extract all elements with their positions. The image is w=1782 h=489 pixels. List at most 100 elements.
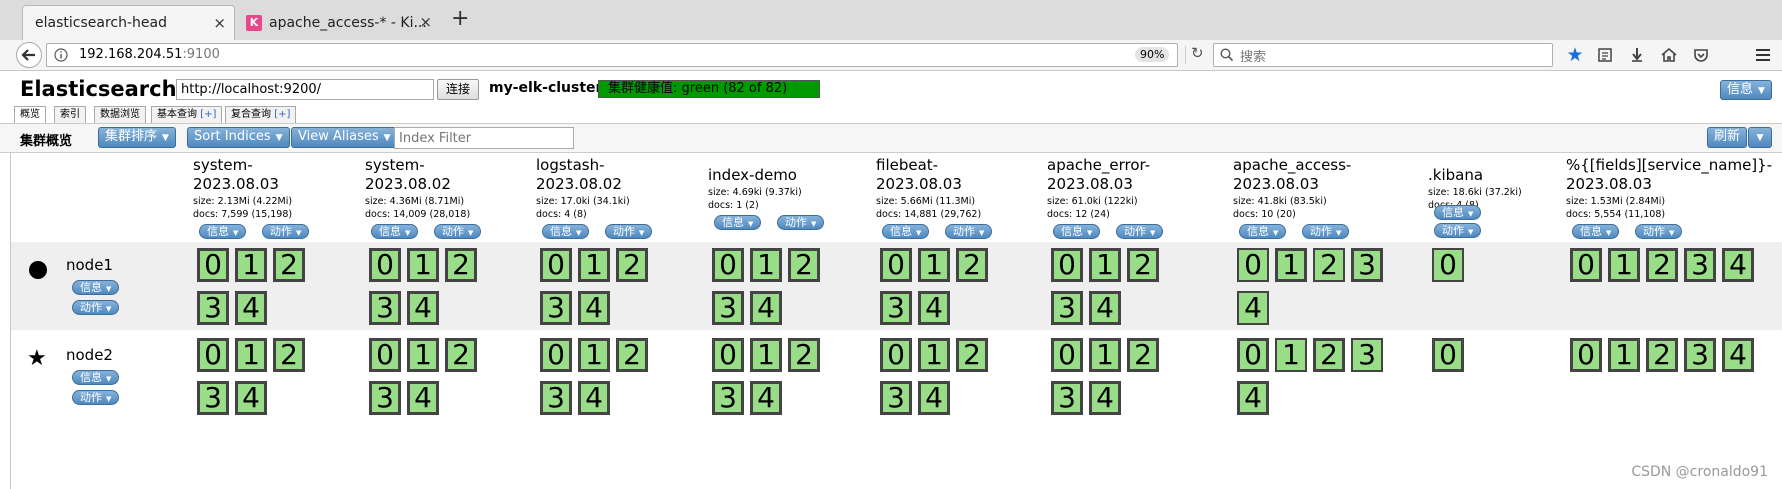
index-action-button[interactable]: 动作 ▼	[1635, 224, 1683, 239]
shard-box[interactable]: 2	[1127, 338, 1159, 372]
shard-box[interactable]: 0	[1237, 338, 1269, 372]
tab-overview[interactable]: 概览	[14, 106, 46, 123]
index-filter-input[interactable]	[394, 127, 574, 149]
shard-box[interactable]: 3	[880, 381, 912, 415]
shard-box[interactable]: 0	[1051, 338, 1083, 372]
shard-box[interactable]: 4	[578, 291, 610, 325]
shard-box[interactable]: 1	[578, 338, 610, 372]
shard-box[interactable]: 4	[235, 291, 267, 325]
shard-box[interactable]: 0	[197, 338, 229, 372]
shard-box[interactable]: 3	[1351, 338, 1383, 372]
shard-box[interactable]: 1	[1089, 338, 1121, 372]
shard-box[interactable]: 1	[1275, 338, 1307, 372]
shard-box[interactable]: 1	[1089, 248, 1121, 282]
shard-box[interactable]: 4	[1722, 248, 1754, 282]
shard-box[interactable]: 0	[1432, 338, 1464, 372]
home-icon[interactable]	[1656, 43, 1682, 67]
shard-box[interactable]: 3	[540, 291, 572, 325]
tab-browser[interactable]: 数据浏览	[94, 106, 146, 123]
index-action-button[interactable]: 动作 ▼	[434, 224, 482, 239]
view-aliases-button[interactable]: View Aliases ▼	[291, 127, 398, 148]
shard-box[interactable]: 4	[750, 291, 782, 325]
shard-box[interactable]: 2	[1127, 248, 1159, 282]
node-action-button[interactable]: 动作 ▼	[72, 300, 120, 315]
tab-basic-query[interactable]: 基本查询 [+]	[151, 106, 223, 123]
shard-box[interactable]: 3	[1051, 291, 1083, 325]
shard-box[interactable]: 2	[956, 248, 988, 282]
shard-box[interactable]: 1	[1608, 338, 1640, 372]
shard-box[interactable]: 1	[918, 338, 950, 372]
node-info-button[interactable]: 信息 ▼	[72, 370, 120, 385]
connect-button[interactable]: 连接	[437, 79, 479, 100]
shard-box[interactable]: 1	[578, 248, 610, 282]
refresh-options-button[interactable]: ▼	[1748, 127, 1772, 148]
index-info-button[interactable]: 信息 ▼	[1239, 224, 1287, 239]
shard-box[interactable]: 1	[235, 248, 267, 282]
shard-box[interactable]: 3	[369, 381, 401, 415]
refresh-button[interactable]: 刷新	[1707, 127, 1748, 148]
shard-box[interactable]: 0	[369, 248, 401, 282]
shard-box[interactable]: 1	[750, 248, 782, 282]
shard-box[interactable]: 4	[1089, 381, 1121, 415]
index-action-button[interactable]: 动作 ▼	[605, 224, 653, 239]
new-tab-button[interactable]: +	[451, 6, 469, 31]
shard-box[interactable]: 4	[407, 291, 439, 325]
shard-box[interactable]: 0	[1432, 248, 1464, 282]
index-action-button[interactable]: 动作 ▼	[1302, 224, 1350, 239]
shard-box[interactable]: 0	[369, 338, 401, 372]
shard-box[interactable]: 3	[880, 291, 912, 325]
shard-box[interactable]: 3	[369, 291, 401, 325]
index-info-button[interactable]: 信息 ▼	[1572, 224, 1620, 239]
shard-box[interactable]: 0	[712, 338, 744, 372]
shard-box[interactable]: 4	[1237, 381, 1269, 415]
shard-box[interactable]: 0	[1570, 248, 1602, 282]
shard-box[interactable]: 2	[445, 338, 477, 372]
shard-box[interactable]: 0	[712, 248, 744, 282]
shard-box[interactable]: 2	[273, 248, 305, 282]
close-tab-icon[interactable]: ×	[213, 14, 226, 32]
shard-box[interactable]: 3	[197, 291, 229, 325]
shard-box[interactable]: 2	[788, 338, 820, 372]
url-bar[interactable]: 192.168.204.51:9100 90% ↻	[46, 43, 1204, 67]
reload-button[interactable]: ↻	[1191, 44, 1204, 62]
shard-box[interactable]: 0	[197, 248, 229, 282]
shard-box[interactable]: 1	[1275, 248, 1307, 282]
info-icon[interactable]	[54, 48, 68, 62]
shard-box[interactable]: 0	[1570, 338, 1602, 372]
download-icon[interactable]	[1624, 43, 1650, 67]
search-bar[interactable]: 搜索	[1213, 43, 1553, 67]
node-action-button[interactable]: 动作 ▼	[72, 390, 120, 405]
shard-box[interactable]: 4	[1237, 291, 1269, 325]
shard-box[interactable]: 2	[956, 338, 988, 372]
shard-box[interactable]: 3	[712, 291, 744, 325]
shard-box[interactable]: 4	[1722, 338, 1754, 372]
tab-indices[interactable]: 索引	[54, 106, 86, 123]
browser-tab-kibana[interactable]: K apache_access-* - Ki... ×	[240, 5, 440, 40]
index-info-button[interactable]: 信息 ▼	[199, 224, 247, 239]
shard-box[interactable]: 2	[1313, 248, 1345, 282]
zoom-level[interactable]: 90%	[1135, 47, 1170, 62]
shard-box[interactable]: 2	[616, 248, 648, 282]
pocket-icon[interactable]	[1688, 43, 1714, 67]
shard-box[interactable]: 0	[1051, 248, 1083, 282]
index-info-button[interactable]: 信息 ▼	[1434, 205, 1482, 220]
index-action-button[interactable]: 动作 ▼	[945, 224, 993, 239]
shard-box[interactable]: 1	[407, 248, 439, 282]
index-info-button[interactable]: 信息 ▼	[371, 224, 419, 239]
index-action-button[interactable]: 动作 ▼	[262, 224, 310, 239]
shard-box[interactable]: 4	[750, 381, 782, 415]
shard-box[interactable]: 1	[918, 248, 950, 282]
bookmark-star-icon[interactable]: ★	[1562, 43, 1588, 67]
back-button[interactable]	[16, 42, 42, 68]
node-info-button[interactable]: 信息 ▼	[72, 280, 120, 295]
shard-box[interactable]: 4	[918, 291, 950, 325]
index-info-button[interactable]: 信息 ▼	[714, 215, 762, 230]
shard-box[interactable]: 0	[880, 338, 912, 372]
reading-list-icon[interactable]	[1592, 43, 1618, 67]
index-info-button[interactable]: 信息 ▼	[542, 224, 590, 239]
shard-box[interactable]: 0	[880, 248, 912, 282]
shard-box[interactable]: 1	[407, 338, 439, 372]
shard-box[interactable]: 2	[1313, 338, 1345, 372]
menu-icon[interactable]	[1750, 43, 1776, 67]
shard-box[interactable]: 3	[1351, 248, 1383, 282]
